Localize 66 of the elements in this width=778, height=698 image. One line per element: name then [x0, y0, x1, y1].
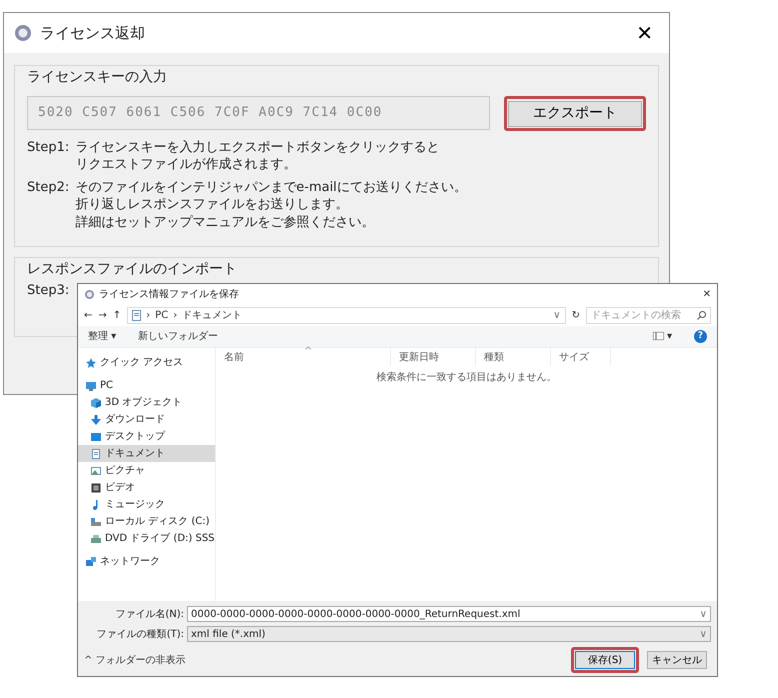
file-name-field[interactable]: 0000-0000-0000-0000-0000-0000-0000-0000_ReturnRequest.xml ∨ — [187, 606, 711, 622]
dropdown-caret[interactable]: ∨ — [700, 626, 707, 642]
breadcrumb-item[interactable]: PC — [155, 308, 168, 322]
drive-icon — [91, 534, 101, 544]
sidebar-item[interactable]: ドキュメント — [78, 445, 215, 462]
column-header[interactable]: 種類 — [476, 348, 551, 366]
step-label: Step2: — [27, 178, 70, 197]
star-icon — [86, 358, 96, 368]
step-label: Step3: — [27, 282, 70, 300]
field-label: ファイルの種類(T): — [96, 628, 184, 642]
path-separator: › — [173, 308, 178, 322]
close-button[interactable]: ✕ — [630, 18, 659, 48]
forward-button[interactable]: → — [98, 308, 107, 322]
document-icon — [132, 310, 142, 320]
save-button[interactable]: 保存(S) — [575, 651, 635, 669]
column-header[interactable]: 名前 ^ — [216, 348, 391, 366]
organize-button[interactable]: 整理 ▾ — [88, 329, 116, 344]
file-type-select[interactable]: xml file (*.xml) ∨ — [187, 626, 711, 642]
sidebar-item[interactable]: 3D オブジェクト — [78, 394, 215, 411]
sidebar-item[interactable]: DVD ドライブ (D:) SSS — [78, 530, 215, 547]
sidebar-item[interactable]: ミュージック — [78, 496, 215, 513]
download-icon — [91, 414, 101, 424]
column-header[interactable]: 更新日時 — [391, 348, 476, 366]
column-header[interactable]: サイズ — [551, 348, 611, 366]
search-placeholder: ドキュメントの検索 — [591, 308, 681, 322]
step-text: そのファイルをインテリジャパンまでe-mailにてお送りください。 折り返しレスポンスファイルをお送りします。 詳細はセットアップマニュアルをご参照ください。 — [75, 178, 467, 232]
view-icon — [652, 332, 664, 340]
new-folder-button[interactable]: 新しいフォルダー — [138, 329, 218, 344]
sidebar-item[interactable]: ネットワーク — [78, 553, 215, 570]
sidebar-item[interactable]: クイック アクセス — [78, 354, 215, 371]
sidebar-item[interactable]: ダウンロード — [78, 411, 215, 428]
document-icon — [91, 448, 101, 458]
search-icon — [697, 310, 706, 320]
empty-message: 検索条件に一致する項目はありません。 — [376, 370, 558, 385]
breadcrumb-item[interactable]: ドキュメント — [182, 308, 242, 322]
drive-icon — [91, 516, 101, 526]
sidebar-item[interactable]: ピクチャ — [78, 462, 215, 479]
image-icon — [91, 466, 101, 476]
sidebar-item[interactable]: デスクトップ — [78, 428, 215, 445]
dropdown-caret[interactable]: ∨ — [553, 308, 561, 322]
film-icon — [91, 482, 101, 492]
field-label: ファイル名(N): — [114, 608, 184, 622]
up-button[interactable]: ↑ — [112, 308, 122, 322]
help-button[interactable]: ? — [694, 330, 707, 343]
network-icon — [86, 556, 96, 566]
dialog-title: ライセンス情報ファイルを保存 — [99, 288, 239, 302]
step-text: ライセンスキーを入力しエクスポートボタンをクリックすると リクエストファイルが作成されます。 — [75, 138, 440, 174]
path-separator: › — [146, 308, 150, 322]
address-bar[interactable]: › PC › ドキュメント ∨ — [127, 306, 566, 324]
desktop-icon — [91, 432, 101, 442]
sidebar-item[interactable]: PC — [78, 377, 215, 394]
sidebar-item[interactable]: ビデオ — [78, 479, 215, 496]
sidebar-item[interactable]: ローカル ディスク (C:) — [78, 513, 215, 530]
refresh-button[interactable]: ↻ — [572, 308, 580, 322]
dropdown-caret[interactable]: ∨ — [700, 606, 707, 622]
step-label: Step1: — [27, 138, 70, 156]
export-button[interactable]: エクスポート — [508, 100, 642, 126]
cancel-button[interactable]: キャンセル — [647, 651, 707, 669]
computer-icon — [86, 380, 96, 390]
hide-folders-button[interactable]: ^ フォルダーの非表示 — [84, 652, 186, 668]
back-button[interactable]: ← — [84, 308, 92, 322]
view-button[interactable]: ▾ — [652, 329, 672, 344]
close-button[interactable]: ✕ — [702, 286, 711, 302]
window-title: ライセンス返却 — [40, 22, 145, 44]
sort-indicator: ^ — [304, 345, 312, 359]
cube-icon — [91, 398, 101, 408]
